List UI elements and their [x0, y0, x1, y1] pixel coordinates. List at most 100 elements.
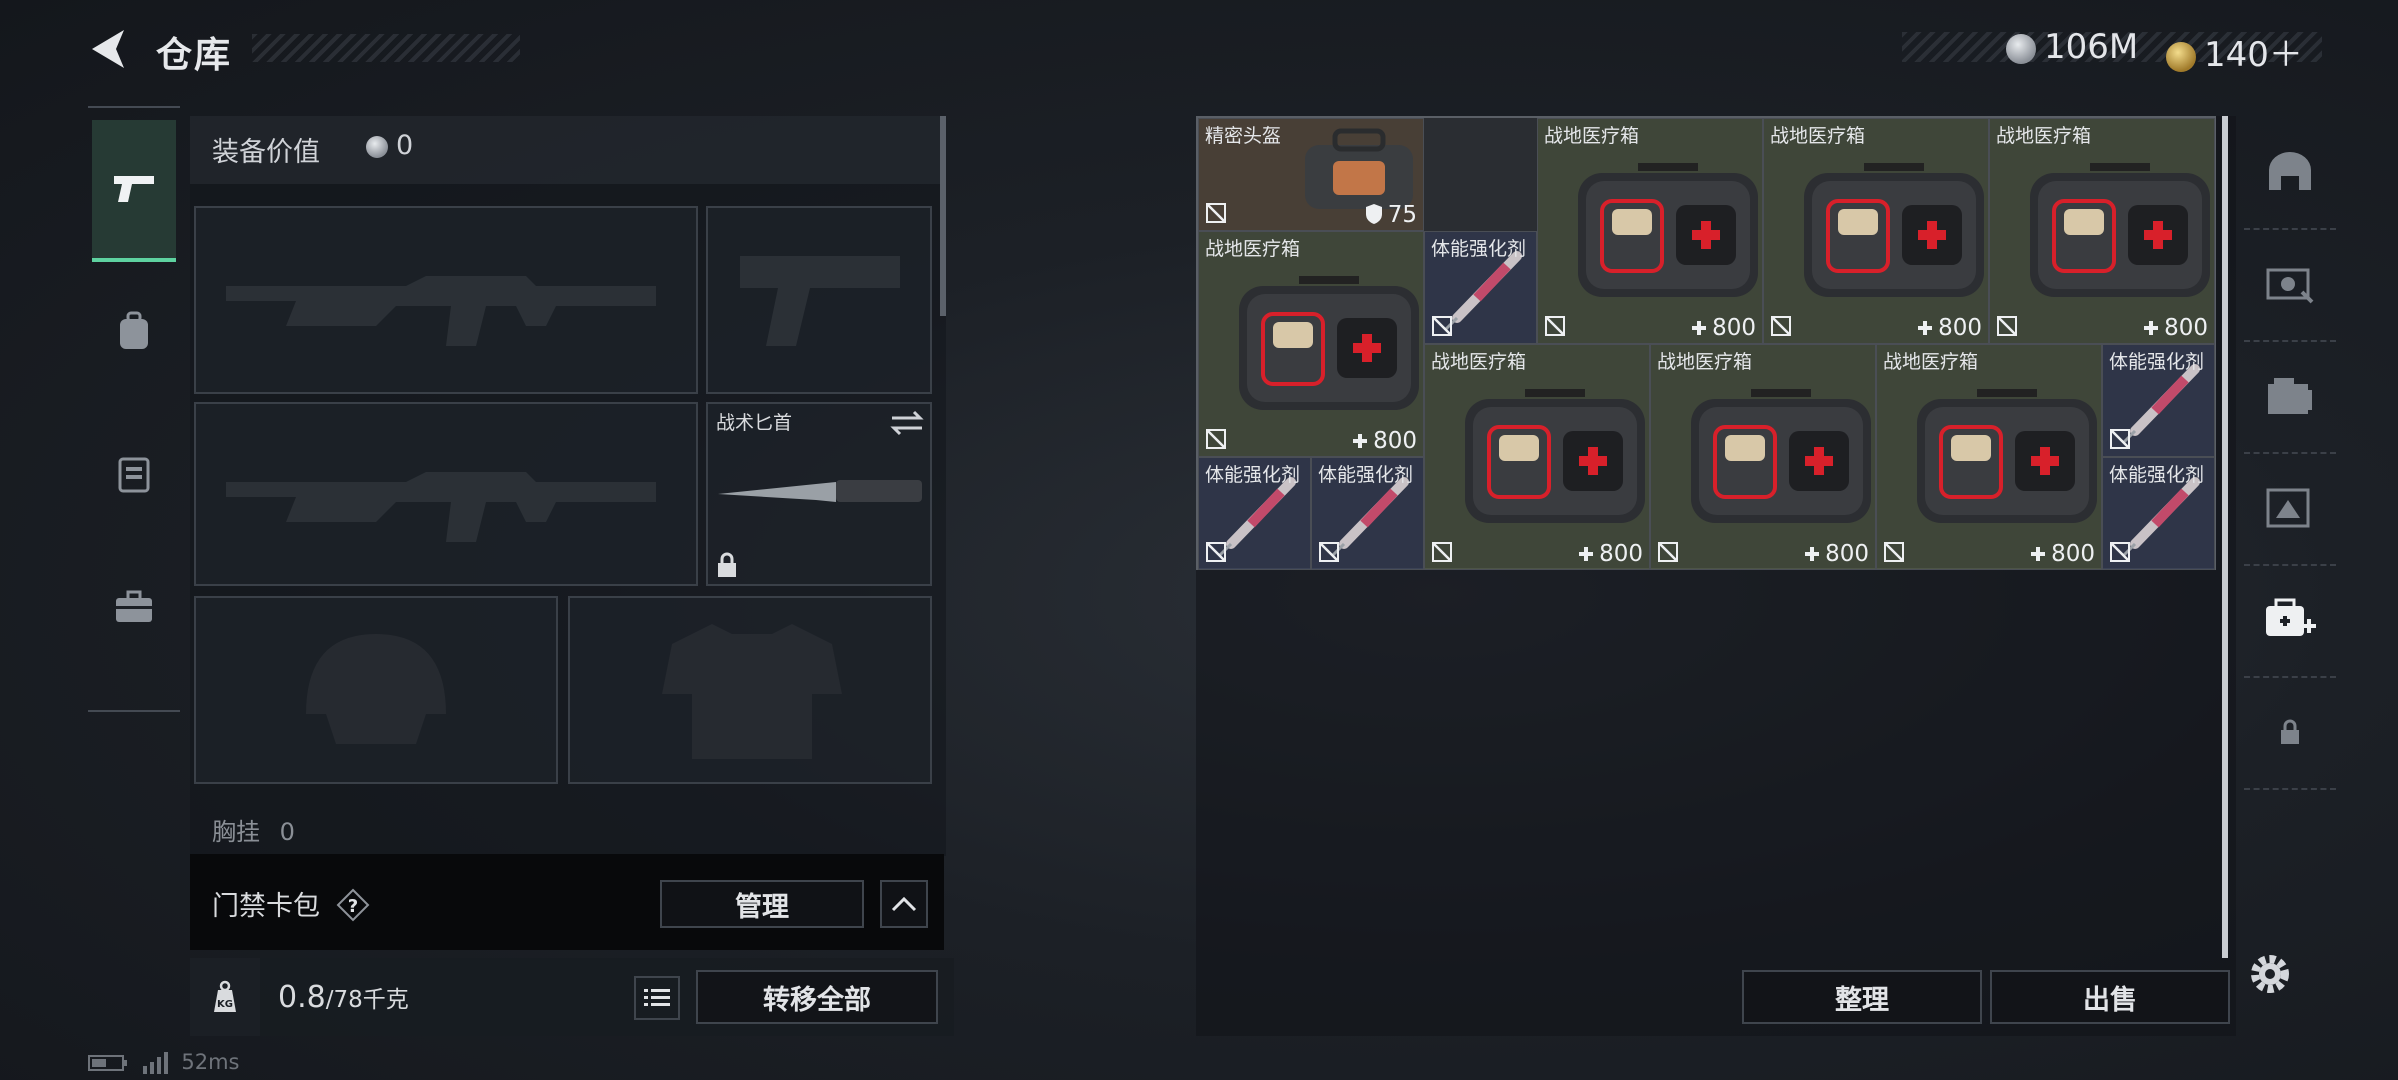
tab-vest[interactable]	[92, 404, 176, 542]
item-name: 精密头盔	[1205, 125, 1282, 147]
primary-weapon-slot[interactable]	[194, 206, 698, 394]
item-value-number: 800	[1712, 315, 1756, 341]
tab-gear-category[interactable]	[2244, 228, 2336, 342]
item-name: 战地医疗箱	[1657, 351, 1753, 373]
item-name: 战地医疗箱	[1883, 351, 1979, 373]
storage-item-inj[interactable]: 体能强化剂	[1198, 457, 1311, 570]
helmet-slot[interactable]	[194, 596, 558, 784]
storage-item-med[interactable]: 战地医疗箱 800	[1876, 344, 2102, 570]
pistol-slot[interactable]	[706, 206, 932, 394]
gear-icon	[2251, 955, 2289, 993]
medkit-icon	[1465, 389, 1645, 523]
heal-amount-icon	[1692, 321, 1707, 335]
item-name: 体能强化剂	[1431, 238, 1527, 260]
storage-item-med[interactable]: 战地医疗箱 800	[1989, 118, 2215, 344]
no-trade-icon	[1206, 203, 1226, 223]
tab-locked-category[interactable]	[2244, 676, 2336, 790]
storage-item-med[interactable]: 战地医疗箱 800	[1537, 118, 1763, 344]
status-bar: 52ms	[88, 1050, 240, 1074]
storage-scrollbar[interactable]	[2222, 116, 2228, 958]
item-art	[1794, 149, 1994, 313]
pistol-icon	[114, 176, 154, 202]
knife-label: 战术匕首	[716, 412, 793, 434]
tab-container-category[interactable]	[2244, 340, 2336, 454]
storage-item-inj[interactable]: 体能强化剂	[1424, 231, 1537, 344]
map-category-icon	[2266, 488, 2310, 528]
armor-durability-icon	[1365, 204, 1382, 224]
transfer-all-button[interactable]: 转移全部	[696, 970, 938, 1024]
pistol-silhouette-icon	[740, 256, 900, 346]
tab-medical-category[interactable]	[2244, 564, 2336, 678]
back-button[interactable]	[86, 26, 136, 72]
item-value: 800	[2142, 315, 2208, 341]
secondary-weapon-slot[interactable]	[194, 402, 698, 586]
item-art	[1907, 375, 2107, 539]
armor-silhouette-icon	[662, 624, 842, 759]
no-trade-icon	[1545, 316, 1565, 336]
ping-value: 52ms	[181, 1050, 240, 1074]
silver-coin-icon	[2006, 33, 2036, 64]
no-trade-icon	[1432, 316, 1452, 336]
toolbox-icon	[116, 590, 152, 622]
item-name: 战地医疗箱	[1205, 238, 1301, 260]
item-art	[1681, 375, 1881, 539]
storage-item-med[interactable]: 战地医疗箱 800	[1198, 231, 1424, 457]
no-trade-icon	[1206, 429, 1226, 449]
help-button[interactable]: ?	[336, 888, 370, 922]
weight-readout: 0.8/78千克	[278, 980, 409, 1015]
armor-slot[interactable]	[568, 596, 932, 784]
item-name: 体能强化剂	[1205, 464, 1301, 486]
currency-gold-value: 140＋	[2204, 35, 2303, 75]
medkit-icon	[1578, 163, 1758, 297]
storage-item-med[interactable]: 战地医疗箱 800	[1424, 344, 1650, 570]
medkit-icon	[2030, 163, 2210, 297]
storage-item-inj[interactable]: 体能强化剂	[2102, 457, 2215, 570]
vest-icon	[118, 457, 150, 493]
weight-capacity: /78千克	[325, 987, 409, 1013]
title-decoration	[252, 34, 520, 62]
back-arrow-icon	[92, 30, 124, 68]
storage-item-helm[interactable]: 精密头盔 75	[1198, 118, 1424, 231]
sell-button[interactable]: 出售	[1990, 970, 2230, 1024]
no-trade-icon	[1206, 542, 1226, 562]
tidy-button[interactable]: 整理	[1742, 970, 1982, 1024]
tab-backpack[interactable]	[92, 262, 176, 400]
page-title: 仓库	[156, 35, 233, 76]
tab-weapons[interactable]	[92, 120, 176, 262]
chest-rig-row[interactable]: 胸挂 0	[192, 804, 932, 846]
manage-button[interactable]: 管理	[660, 880, 864, 928]
battery-icon	[88, 1055, 127, 1071]
storage-item-inj[interactable]: 体能强化剂	[1311, 457, 1424, 570]
storage-item-inj[interactable]: 体能强化剂	[2102, 344, 2215, 457]
no-trade-icon	[2110, 429, 2130, 449]
equipment-scrollbar[interactable]	[940, 116, 946, 316]
item-value-number: 800	[2164, 315, 2208, 341]
settings-button[interactable]	[2246, 950, 2294, 1000]
gear-category-icon	[2266, 268, 2314, 304]
tab-helmet-category[interactable]	[2244, 116, 2336, 230]
item-name: 体能强化剂	[2109, 464, 2205, 486]
storage-item-med[interactable]: 战地医疗箱 800	[1763, 118, 1989, 344]
item-name: 战地医疗箱	[1544, 125, 1640, 147]
list-view-button[interactable]	[634, 976, 680, 1020]
swap-icon[interactable]	[890, 410, 924, 436]
helmet-silhouette-icon	[306, 634, 446, 744]
collapse-button[interactable]	[880, 880, 928, 928]
heal-amount-icon	[2031, 547, 2046, 561]
item-art	[1455, 375, 1655, 539]
tab-map-category[interactable]	[2244, 452, 2336, 566]
item-value: 800	[1916, 315, 1982, 341]
item-value-number: 800	[2051, 541, 2095, 567]
weight-icon-box: KG	[190, 958, 260, 1036]
knife-slot[interactable]: 战术匕首	[706, 402, 932, 586]
silver-coin-icon	[366, 135, 388, 158]
tab-toolbox[interactable]	[92, 538, 176, 676]
item-value-number: 800	[1373, 428, 1417, 454]
storage-item-med[interactable]: 战地医疗箱 800	[1650, 344, 1876, 570]
currency-silver[interactable]: 106M	[2006, 27, 2138, 67]
weight-icon: KG	[214, 980, 236, 1012]
medkit-icon	[1804, 163, 1984, 297]
chevron-up-icon	[891, 896, 917, 912]
rifle-silhouette-icon	[226, 276, 656, 346]
currency-gold[interactable]: 140＋	[2166, 27, 2303, 76]
